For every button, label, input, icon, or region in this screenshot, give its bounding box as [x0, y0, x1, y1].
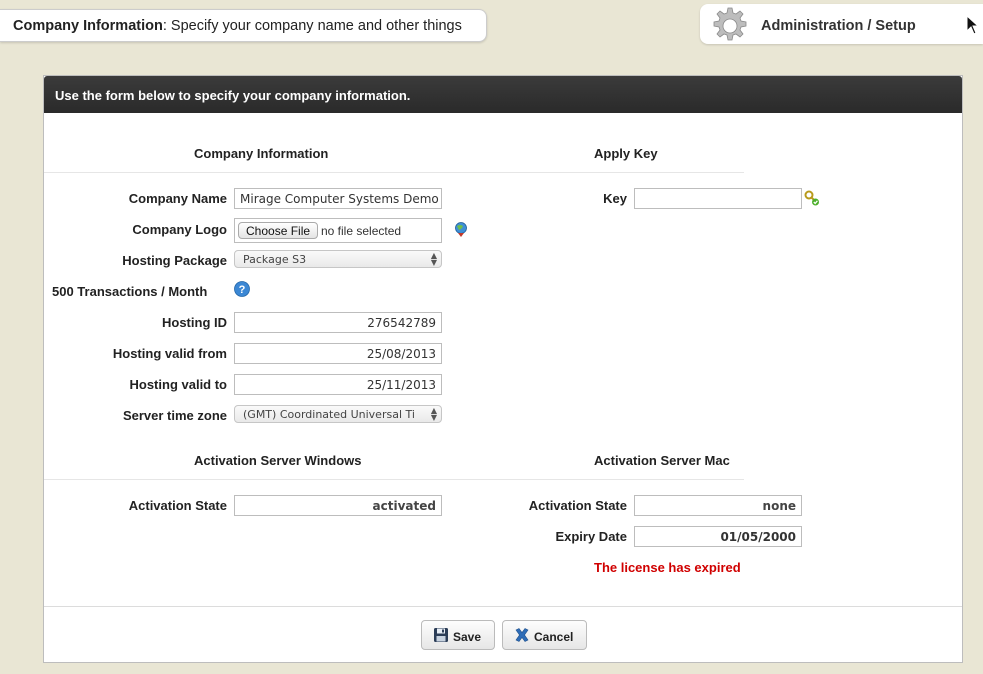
apply-key-icon[interactable] [804, 190, 820, 206]
hosting-id-label: Hosting ID [162, 315, 227, 330]
page-title-bold: Company Information [13, 18, 163, 34]
administration-setup-tab[interactable]: Administration / Setup [700, 4, 983, 44]
mouse-cursor-icon [966, 15, 980, 35]
company-info-section-title: Company Information [194, 146, 329, 161]
company-info-panel: Use the form below to specify your compa… [43, 75, 963, 663]
license-expired-message: The license has expired [594, 560, 741, 575]
transactions-label: 500 Transactions / Month [52, 284, 208, 299]
panel-header-text: Use the form below to specify your compa… [55, 88, 411, 103]
expiry-date-input[interactable]: 01/05/2000 [634, 526, 802, 547]
gear-icon [713, 7, 747, 41]
cancel-button[interactable]: Cancel [502, 620, 587, 650]
expiry-date-label: Expiry Date [555, 529, 627, 544]
windows-activation-state-label: Activation State [128, 498, 227, 513]
mac-activation-state-label: Activation State [528, 498, 627, 513]
hosting-package-select[interactable]: Package S3 ▲ ▼ [234, 250, 442, 268]
key-label: Key [603, 191, 627, 206]
key-input[interactable] [634, 188, 802, 209]
mac-activation-state-input[interactable]: none [634, 495, 802, 516]
company-logo-label: Company Logo [132, 222, 227, 237]
select-arrows-icon: ▲ ▼ [430, 251, 437, 267]
server-time-zone-value: (GMT) Coordinated Universal Ti [243, 408, 415, 421]
page-title-description: : Specify your company name and other th… [162, 18, 462, 34]
windows-activation-state-input[interactable]: activated [234, 495, 442, 516]
cancel-button-label[interactable]: Cancel [534, 630, 573, 644]
activation-mac-section-title: Activation Server Mac [594, 453, 730, 468]
administration-setup-label[interactable]: Administration / Setup [761, 18, 916, 34]
page-title-tab: Company Information: Specify your compan… [0, 9, 487, 42]
hosting-valid-from-label: Hosting valid from [112, 346, 227, 361]
footer-divider [44, 606, 962, 607]
choose-file-button[interactable]: Choose File [238, 222, 319, 239]
activation-windows-section-title: Activation Server Windows [194, 453, 362, 468]
cancel-x-icon [515, 628, 529, 642]
save-button-label[interactable]: Save [453, 630, 481, 644]
hosting-package-value: Package S3 [243, 253, 307, 266]
section-divider [44, 172, 744, 173]
section-divider [44, 479, 744, 480]
upload-globe-icon[interactable] [454, 222, 468, 238]
svg-text:?: ? [239, 284, 246, 296]
hosting-id-input[interactable]: 276542789 [234, 312, 442, 333]
select-arrows-icon: ▲ ▼ [430, 406, 437, 422]
file-status-text: no file selected [321, 224, 402, 238]
page-title: Company Information: Specify your compan… [13, 18, 462, 34]
company-logo-file-input[interactable]: Choose File no file selected [234, 218, 442, 243]
panel-header: Use the form below to specify your compa… [44, 76, 962, 113]
hosting-package-label: Hosting Package [122, 253, 227, 268]
floppy-disk-icon [434, 628, 448, 642]
company-name-label: Company Name [128, 191, 227, 206]
hosting-valid-to-label: Hosting valid to [129, 377, 228, 392]
server-time-zone-select[interactable]: (GMT) Coordinated Universal Ti ▲ ▼ [234, 405, 442, 423]
company-name-input[interactable]: Mirage Computer Systems Demo Se [234, 188, 442, 209]
server-time-zone-label: Server time zone [122, 408, 227, 423]
hosting-valid-from-input[interactable]: 25/08/2013 [234, 343, 442, 364]
help-icon[interactable]: ? [234, 281, 250, 297]
hosting-valid-to-input[interactable]: 25/11/2013 [234, 374, 442, 395]
apply-key-section-title: Apply Key [594, 146, 658, 161]
save-button[interactable]: Save [421, 620, 495, 650]
